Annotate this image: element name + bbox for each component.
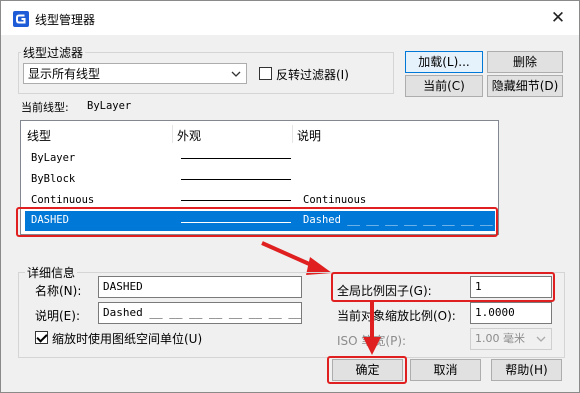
- current-linetype-value: ByLayer: [87, 100, 132, 112]
- name-label: 名称(N):: [35, 284, 82, 298]
- iso-pen-width-value: 1.00 毫米: [475, 332, 525, 345]
- iso-pen-width-dropdown[interactable]: 1.00 毫米: [470, 328, 552, 350]
- current-scale-value: 1.0000: [475, 306, 515, 319]
- dialog-title: 线型管理器: [35, 13, 96, 27]
- linetype-manager-dialog: 线型管理器 ✕ 线型过滤器 显示所有线型 反转过滤器(I) 加载(L)... 删…: [0, 0, 580, 393]
- column-header-appearance[interactable]: 外观: [177, 127, 201, 144]
- row-linetype-name: Continuous: [31, 194, 95, 206]
- highlight-box-ok-button: [327, 356, 407, 384]
- linetype-sample-solid: [181, 179, 291, 180]
- set-current-button[interactable]: 当前(C): [405, 75, 483, 97]
- column-header-linetype[interactable]: 线型: [27, 127, 51, 144]
- filter-dropdown[interactable]: 显示所有线型: [23, 63, 247, 84]
- current-scale-field[interactable]: 1.0000: [470, 302, 552, 324]
- highlight-box-selected-row: [16, 207, 498, 237]
- invert-filter-label[interactable]: 反转过滤器(I): [276, 66, 349, 83]
- current-linetype-label: 当前线型:: [21, 101, 69, 114]
- highlight-box-global-scale: [331, 272, 555, 302]
- description-field[interactable]: Dashed __ __ __ __ __ __ __ __: [98, 302, 302, 324]
- load-button[interactable]: 加载(L)...: [405, 51, 483, 73]
- close-icon[interactable]: ✕: [547, 7, 569, 29]
- description-field-value: Dashed __ __ __ __ __ __ __ __: [103, 306, 302, 319]
- chevron-down-icon: [536, 336, 546, 342]
- filter-group-label: 线型过滤器: [21, 44, 86, 61]
- linetype-sample-solid: [181, 158, 291, 159]
- cancel-button[interactable]: 取消: [410, 359, 481, 381]
- annotation-arrow-down-icon: [363, 301, 381, 355]
- help-button[interactable]: 帮助(H): [491, 359, 562, 381]
- row-linetype-name: ByLayer: [31, 152, 76, 164]
- row-linetype-name: ByBlock: [31, 173, 76, 185]
- paper-space-units-checkbox[interactable]: [35, 331, 48, 344]
- delete-button[interactable]: 删除: [487, 51, 563, 73]
- title-bar: 线型管理器 ✕: [1, 1, 579, 35]
- details-group-label: 详细信息: [25, 264, 78, 281]
- filter-dropdown-value: 显示所有线型: [28, 67, 101, 81]
- description-label: 说明(E):: [35, 309, 80, 323]
- column-divider: [292, 125, 293, 143]
- linetype-sample-solid: [181, 200, 291, 201]
- hide-details-button[interactable]: 隐藏细节(D): [487, 75, 563, 97]
- column-divider: [172, 125, 173, 143]
- current-scale-label: 当前对象缩放比例(O):: [337, 309, 456, 323]
- column-header-description[interactable]: 说明: [297, 127, 321, 144]
- row-description: Continuous: [303, 194, 367, 206]
- annotation-arrow-icon: [261, 241, 332, 275]
- chevron-down-icon: [231, 71, 241, 77]
- paper-space-units-label[interactable]: 缩放时使用图纸空间单位(U): [52, 330, 202, 347]
- table-row[interactable]: ByBlock: [25, 170, 495, 190]
- app-logo-icon: [13, 11, 29, 27]
- invert-filter-checkbox[interactable]: [259, 67, 272, 80]
- name-field[interactable]: DASHED: [98, 276, 302, 298]
- name-field-value: DASHED: [103, 280, 143, 293]
- table-row[interactable]: ByLayer: [25, 149, 495, 169]
